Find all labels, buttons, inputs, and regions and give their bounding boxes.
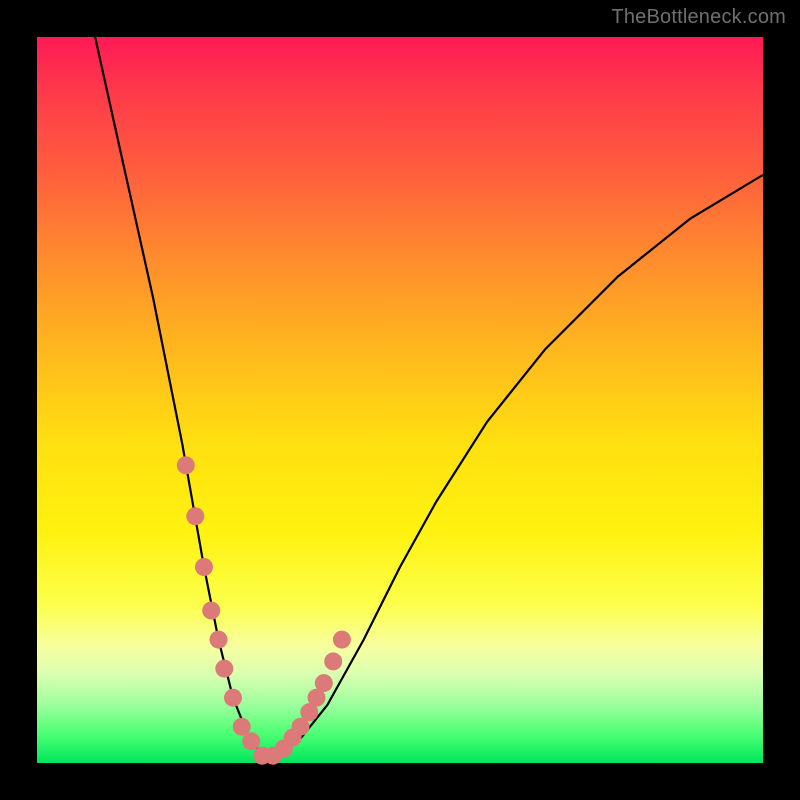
marker-point	[215, 660, 233, 678]
marker-point	[224, 689, 242, 707]
marker-point	[242, 732, 260, 750]
marker-point	[195, 558, 213, 576]
marker-point	[210, 631, 228, 649]
marker-point	[177, 456, 195, 474]
plot-area	[37, 37, 763, 763]
bottleneck-curve	[95, 37, 763, 756]
watermark-text: TheBottleneck.com	[611, 6, 786, 29]
highlight-markers	[177, 456, 351, 764]
marker-point	[315, 674, 333, 692]
marker-point	[333, 631, 351, 649]
marker-point	[202, 602, 220, 620]
chart-frame: TheBottleneck.com	[0, 0, 800, 800]
chart-svg	[37, 37, 763, 763]
marker-point	[324, 652, 342, 670]
marker-point	[186, 507, 204, 525]
